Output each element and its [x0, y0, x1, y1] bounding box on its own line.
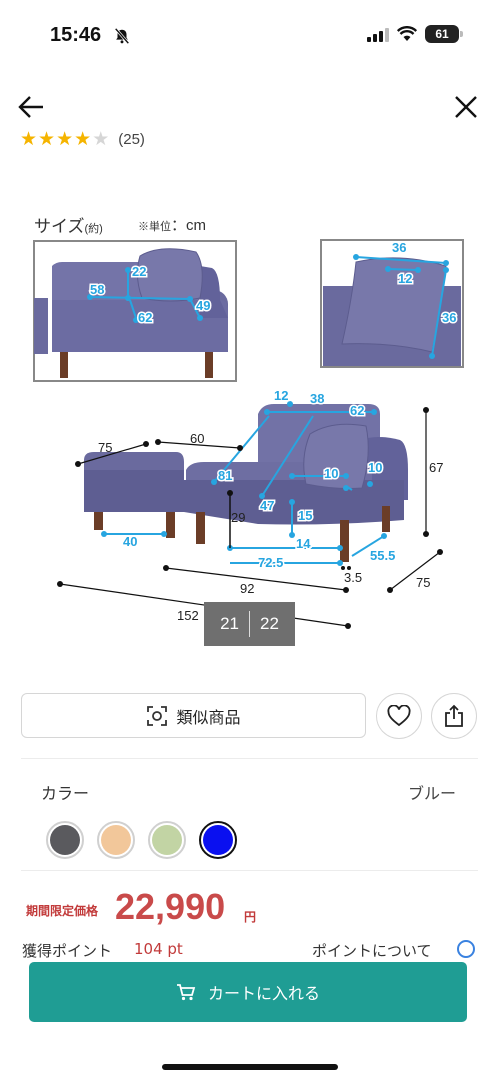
close-icon[interactable]: [453, 94, 479, 120]
dim-label: 15: [298, 508, 312, 523]
divider: [21, 758, 478, 759]
dim-label: 58: [90, 282, 104, 297]
back-arrow-icon[interactable]: [16, 92, 46, 122]
add-to-cart-label: カートに入れる: [207, 984, 320, 1003]
home-indicator: [162, 1064, 338, 1070]
review-count: (25): [118, 130, 145, 148]
image-pager: 21 22: [204, 602, 295, 646]
similar-items-label: 類似商品: [176, 707, 241, 727]
points-value: 104 pt: [134, 940, 183, 958]
wifi-icon: [397, 26, 417, 41]
dim-label: 22: [132, 264, 146, 279]
color-swatch-green[interactable]: [148, 821, 186, 859]
price-unit: 円: [244, 910, 257, 924]
dim-label: 29: [231, 510, 245, 525]
inset-right-image: 36 12 36: [320, 239, 464, 368]
product-page: 15:46 61 ★ ★ ★ ★ ★ (25) サイズ(約) ※単位：cm 22…: [0, 0, 499, 1080]
color-swatch-blue[interactable]: [199, 821, 237, 859]
dim-label: 60: [190, 431, 204, 446]
status-time: 15:46: [50, 24, 102, 46]
share-button[interactable]: [431, 693, 477, 739]
product-size-image[interactable]: 22 58 62 49 36 12 36 12 38 62 81 10 10 2…: [0, 190, 499, 660]
battery-icon: 61: [425, 25, 463, 43]
dim-label: 36: [442, 310, 456, 325]
dim-label: 49: [196, 298, 210, 313]
silent-bell-icon: [114, 27, 130, 45]
similar-items-button[interactable]: 類似商品: [21, 693, 366, 738]
divider: [21, 870, 478, 871]
signal-icon: [367, 26, 389, 42]
color-selected-name: ブルー: [407, 784, 456, 803]
color-swatches: [46, 821, 237, 859]
dim-label: 62: [350, 403, 364, 418]
price-label: 期間限定価格: [26, 904, 99, 918]
dim-label: 72.5: [258, 555, 283, 570]
dim-label: 55.5: [370, 548, 395, 563]
color-swatch-gray[interactable]: [46, 821, 84, 859]
share-icon: [445, 704, 463, 727]
dim-label: 47: [260, 498, 274, 513]
dim-label: 10: [368, 460, 382, 475]
pager-total: 22: [260, 614, 279, 633]
dim-label: 62: [138, 310, 152, 325]
points-label: 獲得ポイント: [22, 942, 113, 958]
favorite-button[interactable]: [376, 693, 422, 739]
pager-current: 21: [220, 614, 239, 633]
heart-icon: [387, 705, 411, 727]
star-icon: ★: [38, 128, 56, 150]
dim-label: 92: [240, 581, 254, 596]
cart-icon: [176, 984, 196, 1001]
info-icon[interactable]: [457, 940, 475, 958]
star-icon: ★: [20, 128, 38, 150]
points-about-link[interactable]: ポイントについて: [312, 940, 432, 958]
dim-label: 12: [398, 271, 412, 286]
dim-label: 10: [324, 466, 338, 481]
color-swatch-beige[interactable]: [97, 821, 135, 859]
star-empty-icon: ★: [92, 128, 110, 150]
status-indicators: 61: [367, 25, 463, 43]
price-value: 22,990: [115, 886, 226, 927]
dim-label: 12: [274, 388, 288, 403]
add-to-cart-button[interactable]: カートに入れる: [29, 962, 467, 1022]
dim-label: 75: [416, 575, 430, 590]
star-icon: ★: [56, 128, 74, 150]
color-label: カラー: [41, 784, 90, 803]
scan-icon: [147, 705, 168, 726]
dim-label: 14: [296, 536, 311, 551]
dim-label: 40: [123, 534, 137, 549]
points-row: 獲得ポイント 104 pt ポイントについて: [22, 940, 482, 958]
dim-label: 3.5: [344, 570, 362, 585]
dim-label: 81: [218, 468, 232, 483]
rating-row: ★ ★ ★ ★ ★ (25): [20, 128, 145, 150]
status-bar: 15:46 61: [0, 0, 499, 72]
main-sofa-image: 12 38 62 81 10 10 29 47 15 40 14 72.5 55…: [57, 387, 443, 629]
star-icon: ★: [74, 128, 92, 150]
dim-label: 38: [310, 391, 324, 406]
dim-label: 75: [98, 440, 112, 455]
dim-label: 67: [429, 460, 443, 475]
dim-label: 36: [392, 240, 406, 255]
dim-label: 152: [177, 608, 199, 623]
inset-left-image: 22 58 62 49: [33, 240, 237, 382]
